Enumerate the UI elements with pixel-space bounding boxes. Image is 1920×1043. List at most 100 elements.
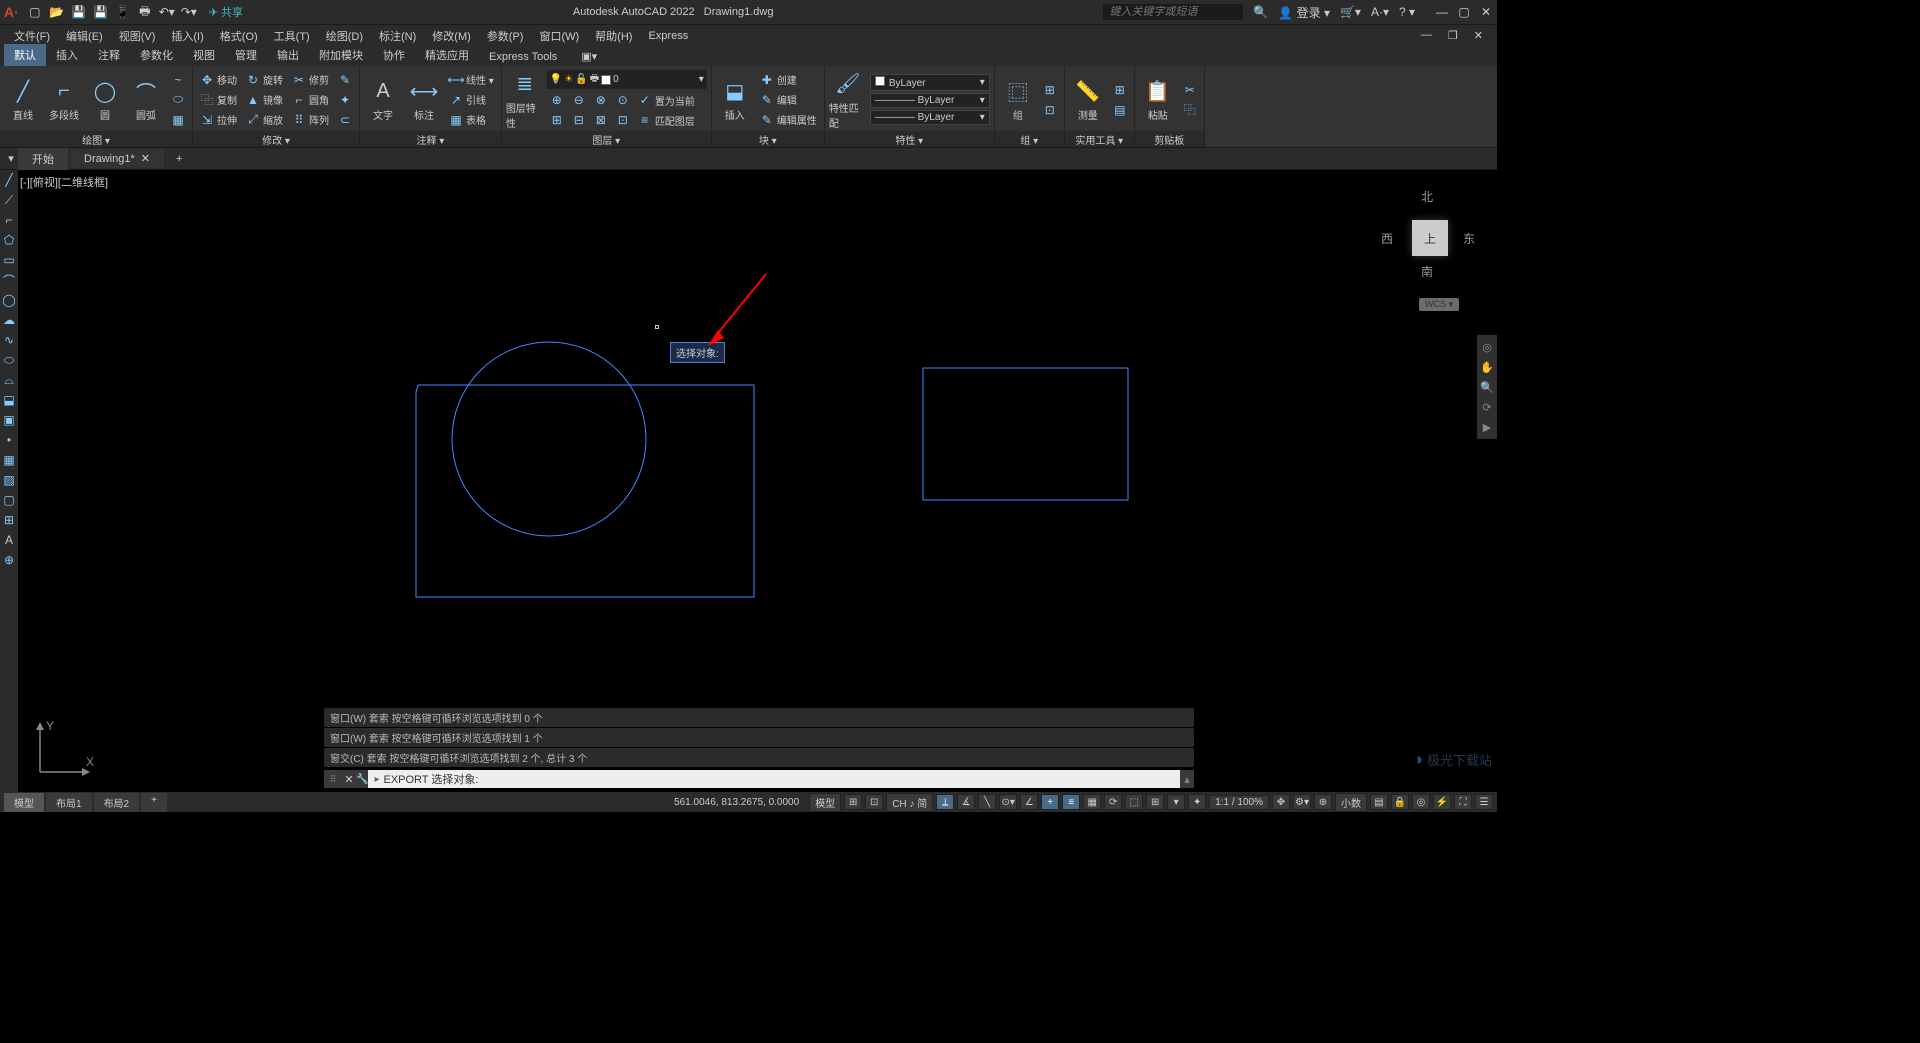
cart-icon[interactable]: 🛒▾ bbox=[1340, 5, 1361, 19]
nav-pan-icon[interactable]: ✋ bbox=[1479, 359, 1495, 375]
open-icon[interactable]: 📂 bbox=[49, 4, 65, 20]
tab-annotate[interactable]: 注释 bbox=[88, 44, 130, 66]
layer-tool-6[interactable]: ⊟ bbox=[569, 111, 589, 129]
transparency-toggle[interactable]: ▦ bbox=[1083, 794, 1101, 810]
maximize-icon[interactable]: ▢ bbox=[1457, 5, 1471, 19]
nav-zoom-icon[interactable]: 🔍 bbox=[1479, 379, 1495, 395]
command-line[interactable]: ⠿ ✕ 🔧 ▸ EXPORT 选择对象: ▴ bbox=[324, 770, 1194, 788]
viewcube-north[interactable]: 北 bbox=[1421, 188, 1433, 205]
trim-button[interactable]: ✂修剪 bbox=[289, 71, 332, 89]
grid-toggle[interactable]: ⊞ bbox=[844, 794, 862, 810]
minimize-icon[interactable]: — bbox=[1435, 5, 1449, 19]
mirror-button[interactable]: ▲镜像 bbox=[243, 91, 286, 109]
color-combo[interactable]: ByLayer▾ bbox=[870, 74, 990, 91]
dimension-button[interactable]: ⟷标注 bbox=[405, 77, 443, 122]
new-tab-button[interactable]: + bbox=[166, 150, 192, 168]
layer-tool-2[interactable]: ⊖ bbox=[569, 91, 589, 109]
menu-edit[interactable]: 编辑(E) bbox=[60, 26, 109, 46]
tab-addins[interactable]: 附加模块 bbox=[309, 44, 373, 66]
drawing-area[interactable]: ╱ ⟋ ⌐ ⬠ ▭ ⌒ ◯ ☁ ∿ ⬭ ⌓ ⬓ ▣ • ▦ ▨ ▢ ⊞ A ⊕ … bbox=[0, 170, 1497, 792]
cycling-toggle[interactable]: ⟳ bbox=[1104, 794, 1122, 810]
quick-props-toggle[interactable]: ▤ bbox=[1370, 794, 1388, 810]
tool-rect-icon[interactable]: ▭ bbox=[1, 252, 17, 268]
snap-toggle[interactable]: ⊡ bbox=[865, 794, 883, 810]
copy-clip-button[interactable]: ⿻ bbox=[1180, 101, 1200, 119]
tab-default[interactable]: 默认 bbox=[4, 44, 46, 66]
layer-tool-8[interactable]: ⊡ bbox=[613, 111, 633, 129]
ime-indicator[interactable]: CH ♪ 简 bbox=[886, 793, 933, 812]
anno-vis-toggle[interactable]: ✥ bbox=[1272, 794, 1290, 810]
layer-tool-7[interactable]: ⊠ bbox=[591, 111, 611, 129]
leader-button[interactable]: ↗引线 bbox=[446, 91, 497, 109]
line-button[interactable]: ╱直线 bbox=[4, 77, 42, 122]
menu-draw[interactable]: 绘图(D) bbox=[320, 26, 369, 46]
layer-tool-3[interactable]: ⊗ bbox=[591, 91, 611, 109]
hatch-button[interactable]: ▦ bbox=[168, 111, 188, 129]
close-icon[interactable]: ✕ bbox=[1479, 5, 1493, 19]
tab-parametric[interactable]: 参数化 bbox=[130, 44, 183, 66]
viewcube-top[interactable]: 上 bbox=[1412, 220, 1448, 256]
linear-button[interactable]: ⟷线性 ▾ bbox=[446, 71, 497, 89]
tab-collaborate[interactable]: 协作 bbox=[373, 44, 415, 66]
tab-express[interactable]: Express Tools bbox=[479, 48, 567, 66]
fillet-button[interactable]: ⌐圆角 bbox=[289, 91, 332, 109]
tool-circle-icon[interactable]: ◯ bbox=[1, 292, 17, 308]
login-button[interactable]: 👤 登录 ▾ bbox=[1278, 4, 1330, 21]
layout-add[interactable]: + bbox=[141, 793, 167, 812]
viewcube[interactable]: 北 南 东 西 上 bbox=[1377, 180, 1477, 280]
tool-hatch-icon[interactable]: ▦ bbox=[1, 452, 17, 468]
menu-express[interactable]: Express bbox=[642, 28, 694, 44]
layer-properties-button[interactable]: ≣图层特性 bbox=[506, 70, 544, 130]
gizmo-toggle[interactable]: ✦ bbox=[1188, 794, 1206, 810]
measure-button[interactable]: 📏测量 bbox=[1069, 77, 1107, 122]
redo-icon[interactable]: ↷▾ bbox=[181, 4, 197, 20]
model-canvas[interactable] bbox=[18, 170, 1478, 790]
search-input[interactable] bbox=[1103, 4, 1243, 20]
tool-addsel-icon[interactable]: ⊕ bbox=[1, 552, 17, 568]
group-edit-button[interactable]: ⊡ bbox=[1040, 101, 1060, 119]
dyn-ucs-toggle[interactable]: ⊞ bbox=[1146, 794, 1164, 810]
tool-region-icon[interactable]: ▢ bbox=[1, 492, 17, 508]
otrack-toggle[interactable]: ∠ bbox=[1020, 794, 1038, 810]
tab-featured[interactable]: 精选应用 bbox=[415, 44, 479, 66]
layout-model[interactable]: 模型 bbox=[4, 793, 44, 812]
layout-2[interactable]: 布局2 bbox=[94, 793, 140, 812]
edit-block-button[interactable]: ✎编辑 bbox=[757, 91, 820, 109]
polar-toggle[interactable]: ∡ bbox=[957, 794, 975, 810]
tool-block-icon[interactable]: ▣ bbox=[1, 412, 17, 428]
cmdline-close-icon[interactable]: ✕ bbox=[342, 773, 356, 786]
ortho-toggle[interactable]: ⟂ bbox=[936, 794, 954, 810]
util-1[interactable]: ⊞ bbox=[1110, 81, 1130, 99]
nav-wheel-icon[interactable]: ◎ bbox=[1479, 339, 1495, 355]
isodraft-toggle[interactable]: ╲ bbox=[978, 794, 996, 810]
group-button[interactable]: ⿴组 bbox=[999, 77, 1037, 122]
circle-button[interactable]: ◯圆 bbox=[86, 77, 124, 122]
app-icon[interactable]: A·▾ bbox=[1371, 5, 1389, 19]
tool-pline-icon[interactable]: ⌐ bbox=[1, 212, 17, 228]
clean-screen[interactable]: ⛶ bbox=[1454, 794, 1472, 810]
match-layer-button[interactable]: ≡匹配图层 bbox=[635, 111, 698, 129]
ellipse-button[interactable]: ⬭ bbox=[168, 91, 188, 109]
cut-button[interactable]: ✂ bbox=[1180, 81, 1200, 99]
units[interactable]: 小数 bbox=[1335, 793, 1367, 812]
cmdline-expand-icon[interactable]: ▴ bbox=[1180, 773, 1194, 786]
explode-button[interactable]: ✦ bbox=[335, 91, 355, 109]
tool-arc-icon[interactable]: ⌒ bbox=[1, 272, 17, 288]
util-2[interactable]: ▤ bbox=[1110, 101, 1130, 119]
menu-tools[interactable]: 工具(T) bbox=[268, 26, 316, 46]
help-icon[interactable]: ? ▾ bbox=[1399, 5, 1415, 19]
cmdline-grip-icon[interactable]: ⠿ bbox=[324, 774, 342, 785]
menu-file[interactable]: 文件(F) bbox=[8, 26, 56, 46]
3dosnap-toggle[interactable]: ⬚ bbox=[1125, 794, 1143, 810]
workspace-switch[interactable]: ⚙▾ bbox=[1293, 794, 1311, 810]
menu-parametric[interactable]: 参数(P) bbox=[481, 26, 530, 46]
tool-mtext-icon[interactable]: A bbox=[1, 532, 17, 548]
tool-ellarc-icon[interactable]: ⌓ bbox=[1, 372, 17, 388]
copy-button[interactable]: ⿻复制 bbox=[197, 91, 240, 109]
search-icon[interactable]: 🔍 bbox=[1253, 5, 1268, 19]
tool-ellipse-icon[interactable]: ⬭ bbox=[1, 352, 17, 368]
saveas-icon[interactable]: 💾 bbox=[93, 4, 109, 20]
nav-showmotion-icon[interactable]: ▶ bbox=[1479, 419, 1495, 435]
menu-help[interactable]: 帮助(H) bbox=[589, 26, 638, 46]
ribbon-expand-icon[interactable]: ▣▾ bbox=[571, 47, 607, 66]
